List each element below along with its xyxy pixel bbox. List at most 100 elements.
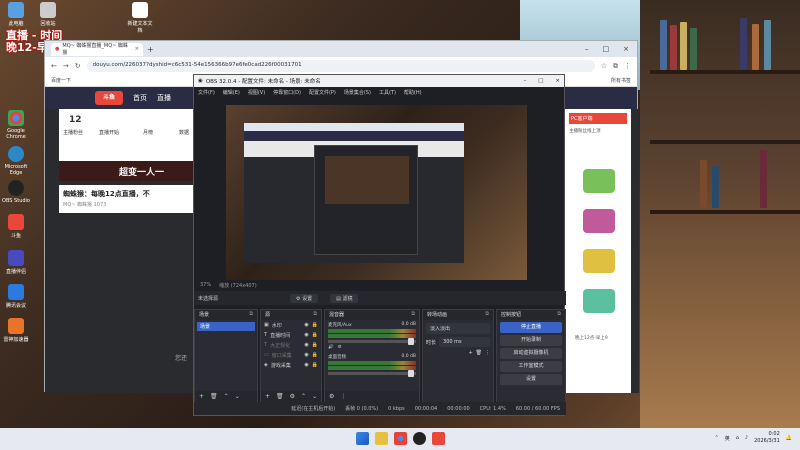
obs-icon[interactable] [413,432,426,445]
desktop-icon-this-pc[interactable]: 此电脑 [2,2,30,27]
menu-file[interactable]: 文件(F) [198,89,215,96]
menu-edit[interactable]: 编辑(E) [223,89,240,96]
file-explorer-icon[interactable] [375,432,388,445]
properties-button[interactable]: ⚙ 设置 [290,293,319,303]
url-input[interactable]: douyu.com/226037?dyshid=c6c531-54e156366… [86,60,595,72]
virtual-camera-button[interactable]: 启动虚拟摄像机 [500,348,562,359]
nav-home[interactable]: 首页 [133,93,147,103]
slider-knob[interactable] [408,338,414,345]
volume-slider[interactable] [328,370,416,377]
star-icon[interactable]: ☆ [601,62,607,70]
volume-slider[interactable] [328,338,416,345]
minimize-icon[interactable]: – [585,45,589,53]
source-item[interactable]: ▭ 窗口采集 ◉ 🔒 [261,350,321,360]
input-language[interactable]: 英 [725,435,730,442]
zoom-level[interactable]: 37% [200,282,211,288]
maximize-icon[interactable]: □ [538,78,543,84]
notification-icon[interactable]: 🔔 [786,435,792,441]
source-item[interactable]: T 直播时间 ◉ 🔒 [261,330,321,340]
close-icon[interactable]: × [555,78,560,84]
source-item[interactable]: ▣ 水印 ◉ 🔒 [261,320,321,330]
desktop-icon-textfile[interactable]: 新建文本文档 [126,2,154,34]
start-recording-button[interactable]: 开始录制 [500,335,562,346]
settings-button[interactable]: 设置 [500,374,562,385]
chevron-up-icon[interactable]: ⌃ [715,435,719,441]
menu-docks[interactable]: 停靠窗口(D) [273,89,301,96]
menu-profile[interactable]: 配置文件(P) [309,89,336,96]
lock-icon[interactable]: 🔒 [312,342,318,348]
pc-client-badge[interactable]: PC客户端 [569,113,627,124]
stop-streaming-button[interactable]: 停止直播 [500,322,562,333]
source-item[interactable]: T 大正规化 ◉ 🔒 [261,340,321,350]
eye-icon[interactable]: ◉ [304,362,308,368]
gear-icon[interactable]: ⚙ [338,345,342,350]
transition-select[interactable]: 淡入淡出 [426,323,490,334]
dock-menu-icon[interactable]: ⧉ [557,311,561,319]
up-icon[interactable]: ⌃ [224,393,229,400]
menu-icon[interactable]: ⋮ [340,393,346,400]
close-tab-icon[interactable]: × [135,46,139,52]
desktop-icon-chrome[interactable]: Google Chrome [2,110,30,140]
slider-knob[interactable] [408,370,414,377]
gift-item[interactable] [583,289,615,313]
forward-icon[interactable]: → [63,62,69,70]
gift-item[interactable] [583,249,615,273]
gear-icon[interactable]: ⚙ [329,393,334,400]
eye-icon[interactable]: ◉ [304,352,308,358]
trash-icon[interactable]: 🗑 [210,393,218,400]
eye-icon[interactable]: ◉ [304,332,308,338]
down-icon[interactable]: ⌄ [235,393,240,400]
gear-icon[interactable]: ⚙ [290,393,295,400]
desktop-icon-companion[interactable]: 直播伴侣 [2,250,30,275]
menu-scene-collection[interactable]: 场景集合(S) [344,89,371,96]
lock-icon[interactable]: 🔒 [312,362,318,368]
eye-icon[interactable]: ◉ [304,322,308,328]
dock-menu-icon[interactable]: ⧉ [249,311,253,319]
speaker-icon[interactable]: 🔊 [328,345,334,350]
duration-input[interactable]: 300 ms [439,337,490,347]
lock-icon[interactable]: 🔒 [312,322,318,328]
maximize-icon[interactable]: □ [603,45,610,53]
menu-icon[interactable]: ⋮ [624,62,631,70]
desktop-icon-meeting[interactable]: 腾讯会议 [2,284,30,309]
scene-item[interactable]: 场景 [197,322,255,331]
add-icon[interactable]: + [468,350,472,356]
windows-start-icon[interactable] [356,432,369,445]
studio-mode-button[interactable]: 工作室模式 [500,361,562,372]
bookmark-baidu[interactable]: 百度一下 [51,77,71,84]
add-icon[interactable]: + [199,393,204,400]
menu-view[interactable]: 视图(V) [248,89,265,96]
dock-menu-icon[interactable]: ⧉ [485,311,489,319]
chrome-icon[interactable] [394,432,407,445]
lock-icon[interactable]: 🔒 [312,352,318,358]
eye-icon[interactable]: ◉ [304,342,308,348]
add-icon[interactable]: + [265,393,270,400]
all-bookmarks[interactable]: 所有书签 [611,77,631,84]
desktop-icon-obs[interactable]: OBS Studio [2,180,30,204]
reload-icon[interactable]: ↻ [75,62,81,70]
clock[interactable]: 0:02 2026/3/31 [754,431,780,445]
dock-menu-icon[interactable]: ⧉ [313,311,317,319]
desktop-icon-accelerator[interactable]: 雷神加速器 [2,318,30,343]
nav-live[interactable]: 直播 [157,93,171,103]
obs-preview[interactable] [226,105,527,280]
site-logo[interactable]: 斗鱼 [95,91,123,105]
extensions-icon[interactable]: ⧉ [613,62,618,71]
filters-button[interactable]: ▤ 滤镜 [330,293,359,303]
menu-tools[interactable]: 工具(T) [379,89,396,96]
browser-tab[interactable]: ● MQ~ 蜘蛛猴直播_MQ~ 蜘蛛猴 × [51,42,143,56]
network-icon[interactable]: ⌂ [736,435,739,441]
minimize-icon[interactable]: – [523,78,526,84]
new-tab-button[interactable]: + [147,45,154,54]
gift-item[interactable] [583,169,615,193]
trash-icon[interactable]: 🗑 [276,393,284,400]
down-icon[interactable]: ⌄ [312,393,317,400]
trash-icon[interactable]: 🗑 [476,350,482,356]
menu-help[interactable]: 帮助(H) [404,89,422,96]
dock-menu-icon[interactable]: ⧉ [411,311,415,319]
volume-icon[interactable]: ♪ [745,435,748,441]
up-icon[interactable]: ⌃ [301,393,306,400]
back-icon[interactable]: ← [51,62,57,70]
douyu-icon[interactable] [432,432,445,445]
menu-icon[interactable]: ⋮ [485,350,490,356]
